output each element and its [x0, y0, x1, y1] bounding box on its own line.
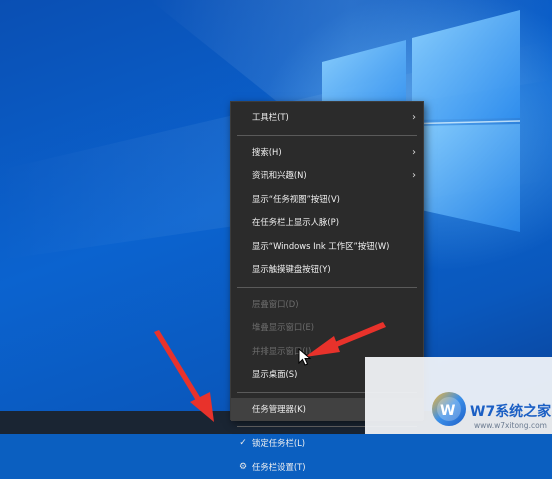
menu-item-1-1[interactable]: 资讯和兴趣(N) › — [231, 164, 423, 188]
menu-item-0-0[interactable]: 工具栏(T) › — [231, 106, 423, 130]
mouse-cursor-icon — [298, 348, 312, 368]
menu-item-label: 工具栏(T) — [252, 112, 289, 122]
menu-item-1-2[interactable]: 显示“任务视图”按钮(V) — [231, 188, 423, 212]
menu-item-2-0: 层叠窗口(D) — [231, 293, 423, 317]
svg-text:W: W — [440, 403, 455, 419]
watermark-url: www.w7xitong.com — [474, 421, 547, 430]
menu-item-label: 锁定任务栏(L) — [252, 438, 305, 448]
menu-item-label: 堆叠显示窗口(E) — [252, 322, 314, 332]
menu-item-1-5[interactable]: 显示触摸键盘按钮(Y) — [231, 258, 423, 282]
checkmark-icon: ✓ — [237, 432, 249, 456]
menu-item-1-3[interactable]: 在任务栏上显示人脉(P) — [231, 211, 423, 235]
menu-item-label: 显示“任务视图”按钮(V) — [252, 194, 340, 204]
menu-item-label: 任务管理器(K) — [252, 404, 306, 414]
menu-item-label: 层叠窗口(D) — [252, 299, 298, 309]
menu-item-4-1[interactable]: ⚙任务栏设置(T) — [231, 456, 423, 479]
menu-item-label: 搜索(H) — [252, 147, 282, 157]
menu-item-label: 显示“Windows Ink 工作区”按钮(W) — [252, 241, 389, 251]
menu-item-1-4[interactable]: 显示“Windows Ink 工作区”按钮(W) — [231, 235, 423, 259]
menu-item-label: 显示桌面(S) — [252, 369, 297, 379]
menu-item-2-1: 堆叠显示窗口(E) — [231, 316, 423, 340]
menu-item-label: 资讯和兴趣(N) — [252, 170, 307, 180]
chevron-right-icon: › — [412, 106, 416, 130]
menu-item-4-0[interactable]: ✓锁定任务栏(L) — [231, 432, 423, 456]
gear-icon: ⚙ — [237, 456, 249, 479]
menu-item-label: 显示触摸键盘按钮(Y) — [252, 264, 331, 274]
menu-item-1-0[interactable]: 搜索(H) › — [231, 141, 423, 165]
menu-separator — [237, 135, 417, 136]
menu-item-label: 任务栏设置(T) — [252, 462, 306, 472]
menu-separator — [237, 287, 417, 288]
chevron-right-icon: › — [412, 164, 416, 188]
menu-item-label: 在任务栏上显示人脉(P) — [252, 217, 339, 227]
watermark-brand: W7系统之家 — [470, 401, 551, 421]
chevron-right-icon: › — [412, 141, 416, 165]
